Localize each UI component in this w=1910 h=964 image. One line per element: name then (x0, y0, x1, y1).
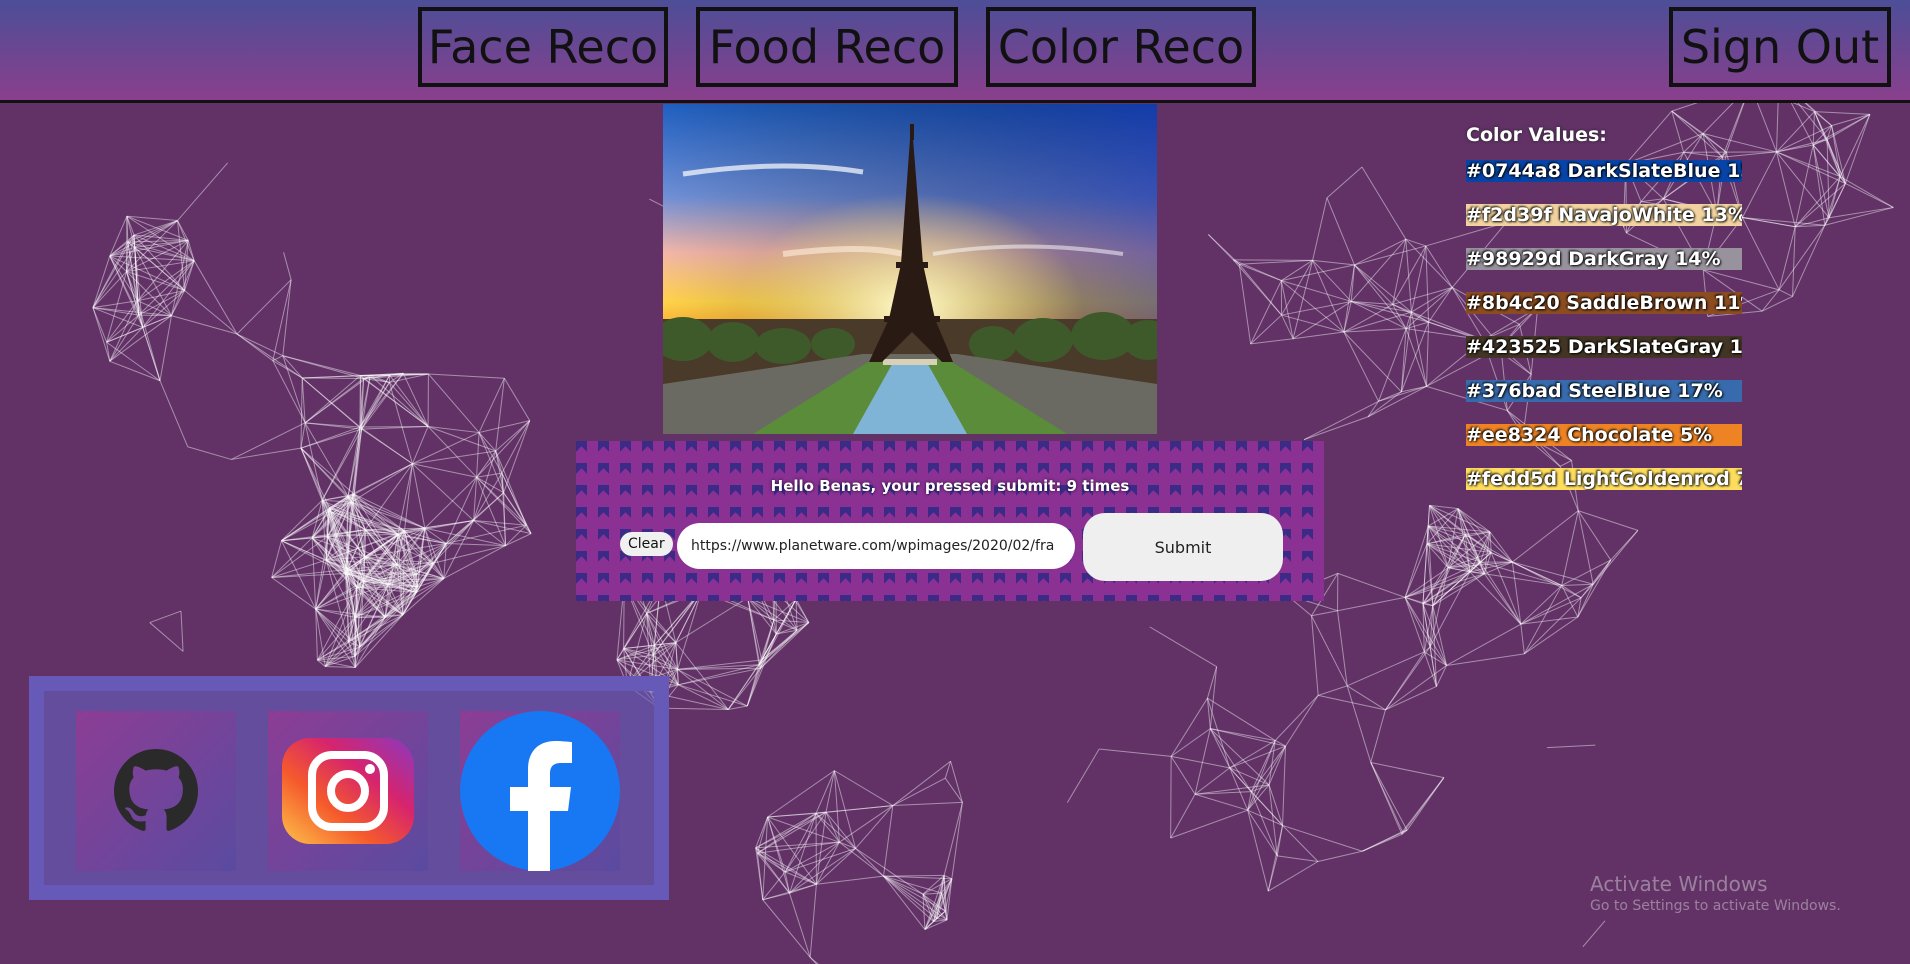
color-value-item: #fedd5d LightGoldenrod 7% (1466, 468, 1742, 490)
clear-button[interactable]: Clear (620, 532, 673, 556)
color-value-item: #98929d DarkGray 14% (1466, 248, 1742, 270)
instagram-link[interactable] (268, 711, 428, 871)
color-value-item: #0744a8 DarkSlateBlue 15% (1466, 160, 1742, 182)
color-values-panel: Color Values: #0744a8 DarkSlateBlue 15% … (1466, 124, 1766, 512)
color-value-item: #ee8324 Chocolate 5% (1466, 424, 1742, 446)
image-url-form: Hello Benas, your pressed submit: 9 time… (576, 441, 1324, 601)
color-value-item: #376bad SteelBlue 17% (1466, 380, 1742, 402)
facebook-link[interactable] (460, 711, 620, 871)
face-reco-button[interactable]: Face Reco (418, 7, 668, 87)
instagram-icon (282, 738, 414, 844)
eiffel-tower-photo (663, 104, 1157, 434)
github-link[interactable] (76, 711, 236, 871)
sign-out-button[interactable]: Sign Out (1669, 7, 1891, 87)
facebook-icon (460, 711, 620, 871)
color-value-item: #423525 DarkSlateGray 19% (1466, 336, 1742, 358)
github-icon (114, 749, 198, 831)
food-reco-button[interactable]: Food Reco (696, 7, 958, 87)
submit-counter-message: Hello Benas, your pressed submit: 9 time… (770, 477, 1130, 495)
color-values-title: Color Values: (1466, 124, 1607, 146)
watermark-title: Activate Windows (1590, 872, 1768, 896)
watermark-subtitle: Go to Settings to activate Windows. (1590, 898, 1841, 914)
top-navigation-bar: Face Reco Food Reco Color Reco Sign Out (0, 0, 1910, 103)
submit-button[interactable]: Submit (1083, 513, 1283, 581)
image-url-input[interactable] (677, 523, 1075, 569)
social-links-box (29, 676, 669, 900)
color-reco-button[interactable]: Color Reco (986, 7, 1256, 87)
color-value-item: #f2d39f NavajoWhite 13% (1466, 204, 1742, 226)
activate-windows-watermark: Activate Windows Go to Settings to activ… (1590, 872, 1841, 914)
color-value-item: #8b4c20 SaddleBrown 11% (1466, 292, 1742, 314)
